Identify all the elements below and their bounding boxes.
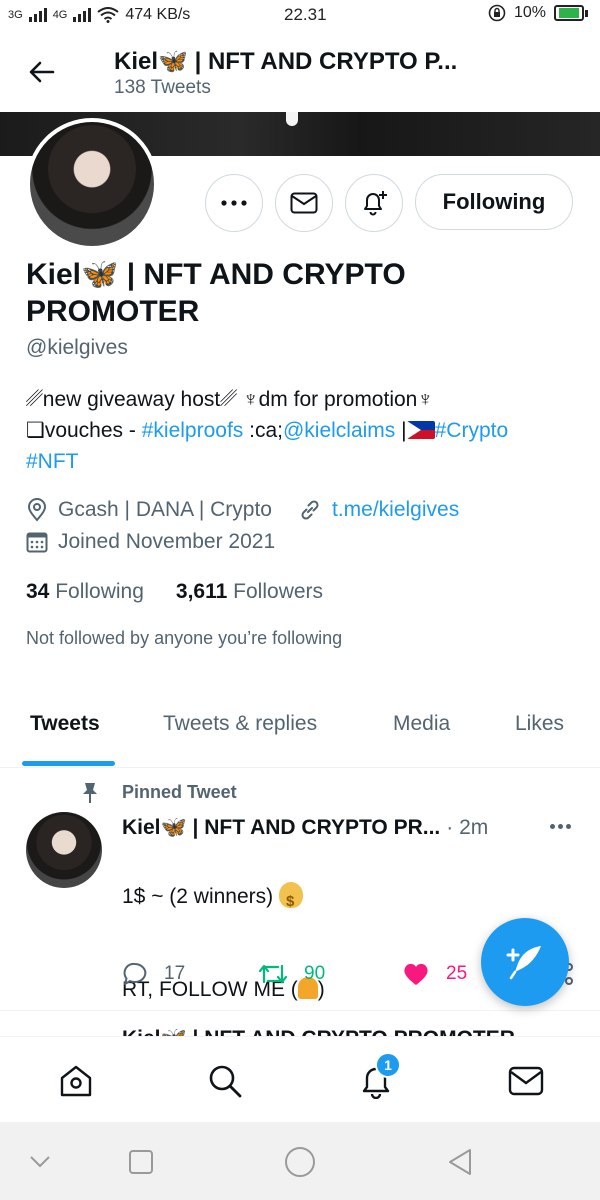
- bio-text: :ca;: [243, 419, 283, 442]
- system-back-button[interactable]: [442, 1144, 478, 1180]
- bio-text: ❑vouches -: [26, 419, 142, 442]
- retweet-button[interactable]: 90: [258, 962, 325, 986]
- philippines-flag-icon: [406, 421, 435, 439]
- profile-avatar[interactable]: [26, 118, 158, 250]
- following-count: 34: [26, 580, 50, 603]
- link-icon: [301, 500, 319, 520]
- status-bar: 3G 4G 474 KB/s 22.31 10%: [0, 0, 600, 30]
- wifi-icon: [97, 7, 119, 23]
- tweet-text-line: 1$ ~ (2 winners): [122, 885, 279, 908]
- heart-icon: [404, 963, 428, 985]
- followers-label: Followers: [233, 580, 324, 603]
- tweet-avatar[interactable]: [26, 812, 102, 888]
- calendar-icon: [26, 532, 48, 553]
- home-circle-icon: [285, 1147, 315, 1177]
- system-navigation: [0, 1122, 600, 1200]
- message-button[interactable]: [275, 174, 333, 232]
- reply-button[interactable]: 17: [122, 962, 185, 986]
- system-recents-button[interactable]: [123, 1144, 159, 1180]
- signal-icon-2: 4G: [52, 9, 68, 21]
- system-home-button[interactable]: [282, 1144, 318, 1180]
- signal-icon: 3G: [8, 9, 23, 21]
- follow-stats: 34 Following 3,611 Followers: [26, 580, 323, 604]
- hashtag-link[interactable]: #Crypto: [435, 419, 509, 442]
- home-icon: [60, 1065, 92, 1097]
- mail-icon: [508, 1066, 544, 1096]
- hashtag-link[interactable]: #NFT: [26, 450, 79, 473]
- nav-search[interactable]: [205, 1061, 245, 1101]
- nav-home[interactable]: [56, 1061, 96, 1101]
- like-button[interactable]: 25: [402, 962, 467, 986]
- more-horizontal-icon: [221, 200, 247, 206]
- tweet-time: · 2m: [446, 816, 489, 839]
- compose-tweet-button[interactable]: [481, 918, 569, 1006]
- recents-square-icon: [129, 1150, 153, 1174]
- battery-percent: 10%: [513, 4, 546, 21]
- cell-signal-icon: [28, 8, 47, 22]
- tab-tweets-replies[interactable]: Tweets & replies: [163, 712, 317, 736]
- tweet-more-button[interactable]: [542, 814, 578, 838]
- like-count: 25: [446, 963, 468, 984]
- lock-rotation-icon: [488, 4, 506, 22]
- joined-row: Joined November 2021: [26, 530, 275, 554]
- active-tab-indicator: [22, 761, 115, 766]
- arrow-left-icon: [29, 61, 55, 83]
- cell-signal-icon-2: [73, 8, 92, 22]
- hashtag-link[interactable]: #kielproofs: [142, 419, 244, 442]
- more-options-button[interactable]: [205, 174, 263, 232]
- nav-messages[interactable]: [506, 1061, 546, 1101]
- tweet-header: Kiel🦋 | NFT AND CRYPTO PR... · 2m: [122, 816, 488, 840]
- joined-date: Joined November 2021: [58, 530, 276, 553]
- location-text: Gcash | DANA | Crypto: [58, 498, 272, 521]
- reply-icon: [123, 962, 147, 985]
- pin-icon: [83, 783, 97, 803]
- notification-badge: 1: [375, 1052, 401, 1078]
- envelope-icon: [290, 192, 318, 214]
- header-title: Kiel🦋 | NFT AND CRYPTO P...: [114, 48, 458, 75]
- bio-line: ␥new giveaway host␥ ♆dm for promotion♆: [26, 388, 434, 411]
- display-name: Kiel🦋 | NFT AND CRYPTO PROMOTER: [26, 258, 406, 328]
- mention-link[interactable]: @kielclaims: [283, 419, 395, 442]
- bio-text: |: [395, 419, 407, 442]
- tab-tweets[interactable]: Tweets: [30, 712, 100, 736]
- money-bag-icon: [279, 882, 303, 917]
- followers-count: 3,611: [175, 580, 228, 603]
- search-icon: [209, 1065, 242, 1098]
- tab-media[interactable]: Media: [393, 712, 450, 736]
- location-row: Gcash | DANA | Crypto t.me/kielgives: [26, 498, 459, 522]
- profile-header: Kiel🦋 | NFT AND CRYPTO P... 138 Tweets: [0, 30, 600, 110]
- back-triangle-icon: [449, 1149, 471, 1175]
- pinned-label: Pinned Tweet: [122, 782, 237, 802]
- bell-plus-icon: [364, 191, 387, 216]
- retweet-count: 90: [304, 963, 326, 984]
- bottom-navigation: 1: [0, 1036, 600, 1122]
- followers-stat[interactable]: 3,611 Followers: [176, 580, 323, 604]
- location-pin-icon: [27, 498, 47, 522]
- system-collapse-button[interactable]: [22, 1144, 58, 1180]
- profile-tabs: Tweets Tweets & replies Media Likes: [0, 690, 600, 768]
- following-stat[interactable]: 34 Following: [26, 580, 144, 604]
- back-button[interactable]: [22, 52, 62, 92]
- username: @kielgives: [26, 336, 128, 359]
- retweet-icon: [258, 964, 288, 984]
- website-link[interactable]: t.me/kielgives: [332, 498, 459, 522]
- tab-likes[interactable]: Likes: [515, 712, 564, 736]
- mutual-followers-note: Not followed by anyone you’re following: [26, 628, 343, 648]
- following-button[interactable]: Following: [415, 174, 573, 230]
- compose-feather-icon: [506, 946, 541, 980]
- reply-count: 17: [164, 963, 186, 984]
- tweet-author[interactable]: Kiel🦋 | NFT AND CRYPTO PR...: [122, 816, 440, 840]
- tweet-count: 138 Tweets: [114, 77, 211, 98]
- clock: 22.31: [284, 5, 327, 24]
- following-label: Following: [55, 580, 144, 603]
- chevron-down-icon: [30, 1156, 50, 1168]
- notifications-toggle-button[interactable]: [345, 174, 403, 232]
- battery-icon: [554, 5, 588, 21]
- network-speed: 474 KB/s: [125, 6, 191, 23]
- bio: ␥new giveaway host␥ ♆dm for promotion♆ ❑…: [26, 384, 586, 477]
